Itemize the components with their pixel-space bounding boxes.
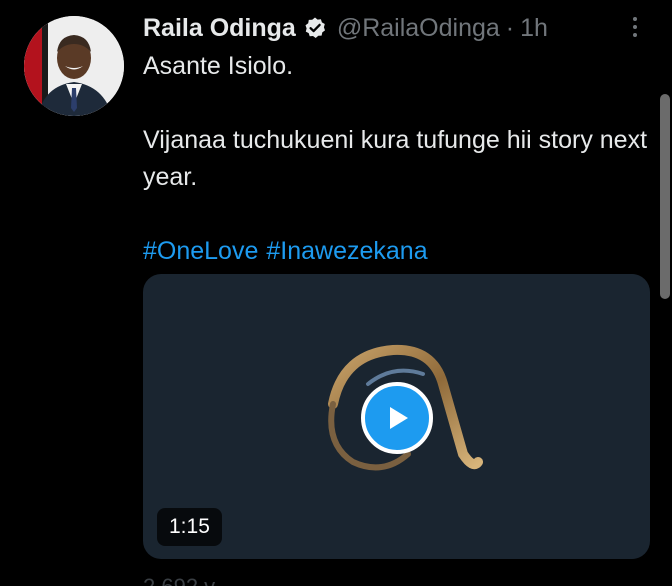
video-duration: 1:15 <box>157 508 222 546</box>
tweet-text: Asante Isiolo. Vijanaa tuchukueni kura t… <box>143 48 653 270</box>
scrollbar[interactable] <box>660 94 670 299</box>
hashtags: #OneLove #Inawezekana <box>143 233 653 270</box>
more-dot <box>633 25 637 29</box>
tweet[interactable]: Raila Odinga @RailaOdinga · 1h Asante Is… <box>0 0 672 586</box>
tweet-text-line: Asante Isiolo. <box>143 52 294 80</box>
tweet-text-line: Vijanaa tuchukueni kura tufunge hii stor… <box>143 126 648 191</box>
more-dot <box>633 17 637 21</box>
tweet-header: Raila Odinga @RailaOdinga · 1h <box>143 10 548 46</box>
video-player[interactable]: 1:15 <box>143 274 650 559</box>
more-vertical-icon[interactable] <box>623 12 647 42</box>
more-dot <box>633 33 637 37</box>
verified-badge-icon <box>303 16 327 40</box>
author-handle[interactable]: @RailaOdinga <box>337 14 500 43</box>
timestamp[interactable]: 1h <box>520 14 548 43</box>
avatar[interactable] <box>24 16 124 116</box>
separator-dot: · <box>505 13 515 42</box>
profile-photo-icon <box>24 16 124 116</box>
hashtag-link[interactable]: #Inawezekana <box>266 237 427 265</box>
author-name[interactable]: Raila Odinga <box>143 14 296 43</box>
view-count: 2,692 v <box>143 574 215 586</box>
play-icon[interactable] <box>361 382 433 454</box>
hashtag-link[interactable]: #OneLove <box>143 237 258 265</box>
